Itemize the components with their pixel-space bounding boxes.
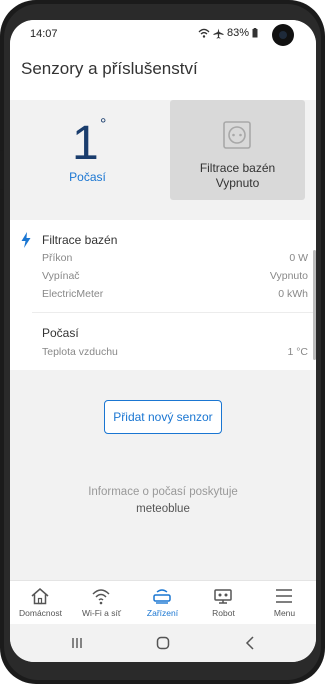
status-time: 14:07 xyxy=(30,28,58,40)
sensor-row-label: ElectricMeter xyxy=(42,288,104,300)
weather-tile-label: Počasí xyxy=(69,170,106,184)
power-socket-icon xyxy=(223,121,251,149)
menu-icon xyxy=(276,589,292,603)
app-bar: Senzory a příslušenství xyxy=(10,50,316,101)
sensor-row-value: 0 kWh xyxy=(278,288,308,300)
wifi-icon xyxy=(92,589,110,605)
add-sensor-button[interactable]: Přidat nový senzor xyxy=(104,400,222,434)
tab-label: Menu xyxy=(273,608,296,618)
sensor-row-label: Teplota vzduchu xyxy=(42,346,118,358)
sensor-row-value: Vypnuto xyxy=(269,270,308,282)
section-title-pocasi[interactable]: Počasí xyxy=(42,326,79,340)
volume-button xyxy=(0,150,3,190)
screen: 14:07 83% Senzory a příslušenství 1 ° Po… xyxy=(10,20,316,662)
home-icon xyxy=(31,588,49,605)
weather-degree-symbol: ° xyxy=(100,116,107,133)
tab-robot[interactable]: Robot xyxy=(193,581,254,625)
sensor-row-label: Příkon xyxy=(42,252,73,264)
sensor-row: Teplota vzduchu 1 °C xyxy=(42,346,308,358)
sensor-row: ElectricMeter 0 kWh xyxy=(42,288,308,300)
robot-icon xyxy=(214,589,232,604)
tab-label: Zařízení xyxy=(146,608,179,618)
tab-wifi[interactable]: Wi-Fi a síť xyxy=(71,581,132,625)
bottom-tab-bar: Domácnost Wi-Fi a síť Zařízení Robot Men… xyxy=(10,580,316,625)
status-bar: 14:07 83% xyxy=(10,20,316,50)
back-icon[interactable] xyxy=(242,634,260,652)
socket-tile-label: Filtrace bazén Vypnuto xyxy=(170,161,305,191)
sensor-row-value: 1 °C xyxy=(287,346,308,358)
home-button-icon[interactable] xyxy=(154,634,172,652)
section-title-filtrace[interactable]: Filtrace bazén xyxy=(42,233,117,247)
tab-menu[interactable]: Menu xyxy=(254,581,315,625)
lightning-icon xyxy=(21,232,31,248)
tab-domacnost[interactable]: Domácnost xyxy=(10,581,71,625)
sensor-list: Filtrace bazén Příkon 0 W Vypínač Vypnut… xyxy=(10,220,316,370)
airplane-icon xyxy=(213,28,224,39)
scrollbar[interactable] xyxy=(313,250,316,360)
tab-label: Robot xyxy=(212,608,235,618)
tab-label: Domácnost xyxy=(19,608,62,618)
socket-tile-status: Vypnuto xyxy=(215,176,260,190)
recent-apps-icon[interactable] xyxy=(68,634,86,652)
sensor-row-label: Vypínač xyxy=(42,270,80,282)
tab-zarizeni[interactable]: Zařízení xyxy=(132,581,193,625)
weather-provider-text: Informace o počasí poskytuje xyxy=(88,486,238,498)
socket-tile[interactable]: Filtrace bazén Vypnuto xyxy=(170,100,305,200)
section-divider xyxy=(32,312,316,313)
system-nav-bar xyxy=(10,624,316,662)
wifi-status-icon xyxy=(198,28,210,38)
sensor-row: Vypínač Vypnuto xyxy=(42,270,308,282)
sensor-row-value: 0 W xyxy=(289,252,308,264)
weather-provider-brand[interactable]: meteoblue xyxy=(10,503,316,515)
sensor-row: Příkon 0 W xyxy=(42,252,308,264)
router-icon xyxy=(153,589,171,604)
page-title: Senzory a příslušenství xyxy=(21,59,198,78)
weather-temperature: 1 xyxy=(72,117,99,170)
tab-label: Wi-Fi a síť xyxy=(81,608,122,618)
battery-percent: 83% xyxy=(227,27,250,39)
status-icons: 83% xyxy=(198,27,258,39)
tiles-area: 1 ° Počasí Filtrace bazén Vypnuto xyxy=(10,100,316,220)
front-camera xyxy=(272,24,294,46)
battery-icon xyxy=(252,28,258,38)
socket-tile-name: Filtrace bazén xyxy=(199,161,276,175)
weather-tile[interactable]: 1 ° Počasí xyxy=(10,100,165,220)
